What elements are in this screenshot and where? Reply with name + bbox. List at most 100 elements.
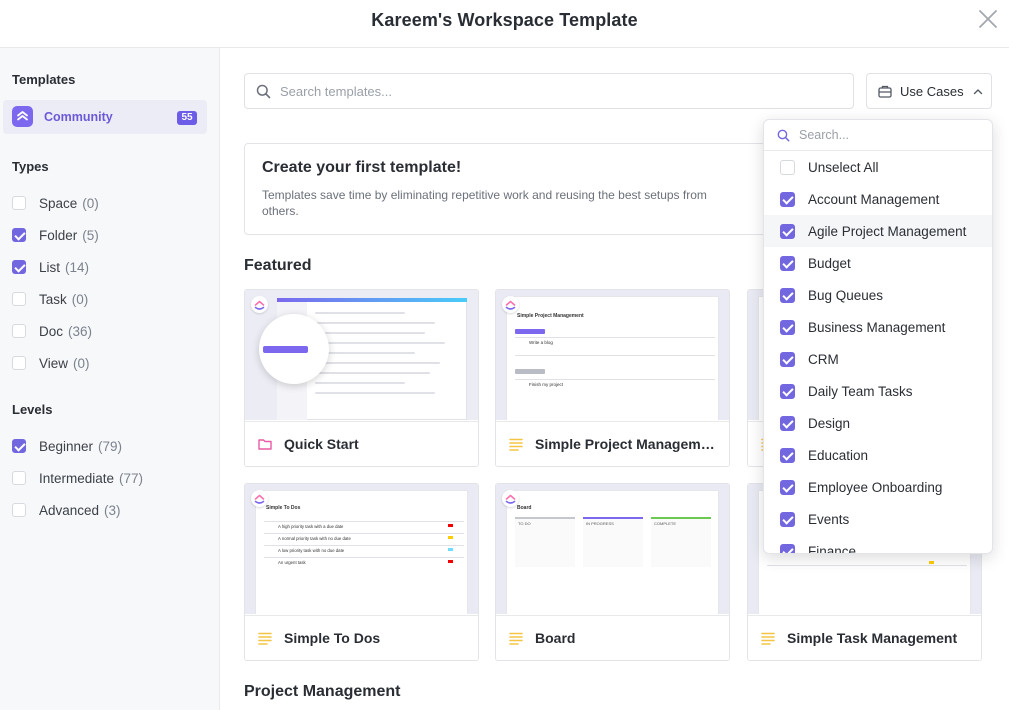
thumbnail-row: A high priority task with a due date [278, 524, 344, 529]
template-card-label: Board [496, 615, 729, 660]
list-icon [258, 632, 272, 645]
folder-icon [258, 439, 272, 450]
list-icon [509, 438, 523, 451]
use-case-label: Account Management [808, 191, 940, 207]
board-column-label: IN PROGRESS [586, 521, 614, 526]
template-card-label: Simple To Dos [245, 615, 478, 660]
template-card-simple-to-dos[interactable]: Simple To Dos A high priority task with … [244, 483, 479, 661]
template-card-name: Simple To Dos [284, 630, 381, 646]
checkbox[interactable] [780, 319, 795, 335]
filter-count: (77) [119, 470, 144, 486]
project-management-heading: Project Management [244, 683, 401, 700]
checkbox[interactable] [780, 543, 795, 553]
use-case-option-account-management[interactable]: Account Management [764, 183, 992, 215]
filter-count: (3) [104, 502, 121, 518]
use-case-option-employee-onboarding[interactable]: Employee Onboarding [764, 471, 992, 503]
filter-list[interactable]: List (14) [12, 257, 89, 277]
template-card-simple-project-management[interactable]: Simple Project Management Write a blog F… [495, 289, 730, 467]
filter-label: Space [39, 195, 78, 211]
template-card-quick-start[interactable]: Quick Start [244, 289, 479, 467]
use-case-option-events[interactable]: Events [764, 503, 992, 535]
use-case-option-budget[interactable]: Budget [764, 247, 992, 279]
checkbox[interactable] [12, 439, 26, 453]
use-case-label: Business Management [808, 319, 946, 335]
filter-label: Folder [39, 227, 78, 243]
list-icon [509, 632, 523, 645]
filter-sidebar: Templates Community 55 Types Space (0) Fol… [0, 48, 220, 710]
checkbox[interactable] [780, 511, 795, 527]
search-icon [256, 84, 271, 99]
thumbnail-row: Write a blog [529, 340, 553, 345]
use-case-option-unselect-all[interactable]: Unselect All [764, 151, 992, 183]
clickup-logo [251, 490, 268, 507]
template-card-name: Quick Start [284, 436, 359, 452]
filter-space[interactable]: Space (0) [12, 193, 99, 213]
filter-beginner[interactable]: Beginner (79) [12, 436, 122, 456]
clickup-logo [502, 490, 519, 507]
template-center-modal: Kareem's Workspace Template Templates Co… [0, 0, 1009, 710]
template-card-label: Simple Project Management [496, 421, 729, 466]
checkbox[interactable] [12, 324, 26, 338]
use-case-option-education[interactable]: Education [764, 439, 992, 471]
filter-label: List [39, 259, 61, 275]
use-cases-dropdown-button[interactable]: Use Cases [866, 73, 992, 109]
use-case-option-business-management[interactable]: Business Management [764, 311, 992, 343]
checkbox[interactable] [12, 356, 26, 370]
use-case-label: Design [808, 415, 851, 431]
checkbox[interactable] [780, 255, 795, 271]
thumbnail-title: Board [517, 505, 532, 511]
checkbox[interactable] [780, 287, 795, 303]
list-icon [761, 632, 775, 645]
create-template-title: Create your first template! [262, 159, 462, 176]
close-icon[interactable] [978, 9, 998, 29]
thumbnail-title: Simple To Dos [266, 505, 301, 511]
use-cases-search-input[interactable]: Search... [764, 120, 992, 151]
levels-heading: Levels [12, 402, 53, 417]
checkbox[interactable] [780, 223, 795, 239]
use-case-label: Events [808, 511, 850, 527]
filter-count: (0) [82, 195, 99, 211]
use-case-option-daily-team-tasks[interactable]: Daily Team Tasks [764, 375, 992, 407]
clickup-logo [251, 296, 268, 313]
template-card-board[interactable]: Board TO DO IN PROGRESS COMPLETE Board [495, 483, 730, 661]
thumbnail-row: A low priority task with no due date [278, 548, 345, 553]
use-case-label: Daily Team Tasks [808, 383, 913, 399]
use-case-option-design[interactable]: Design [764, 407, 992, 439]
template-card-name: Simple Task Management [787, 630, 958, 646]
template-thumbnail: Simple Project Management Write a blog F… [496, 290, 729, 420]
filter-folder[interactable]: Folder (5) [12, 225, 99, 245]
clickup-logo [502, 296, 519, 313]
thumbnail-row: An urgent task [278, 560, 306, 565]
filter-count: (0) [73, 355, 90, 371]
use-case-label: Budget [808, 255, 851, 271]
checkbox[interactable] [12, 228, 26, 242]
filter-advanced[interactable]: Advanced (3) [12, 500, 121, 520]
filter-view[interactable]: View (0) [12, 353, 90, 373]
filter-doc[interactable]: Doc (36) [12, 321, 92, 341]
use-case-option-crm[interactable]: CRM [764, 343, 992, 375]
use-case-label: CRM [808, 351, 839, 367]
checkbox[interactable] [12, 196, 26, 210]
checkbox[interactable] [12, 260, 26, 274]
checkbox[interactable] [780, 159, 795, 175]
checkbox[interactable] [780, 447, 795, 463]
filter-task[interactable]: Task (0) [12, 289, 88, 309]
filter-label: Intermediate [39, 470, 115, 486]
checkbox[interactable] [780, 383, 795, 399]
community-count-badge: 55 [177, 111, 197, 125]
use-case-option-finance[interactable]: Finance [764, 535, 992, 553]
checkbox[interactable] [780, 415, 795, 431]
checkbox[interactable] [780, 351, 795, 367]
checkbox[interactable] [12, 292, 26, 306]
checkbox[interactable] [12, 471, 26, 485]
thumbnail-row: Finish my project [529, 382, 564, 387]
use-case-option-bug-queues[interactable]: Bug Queues [764, 279, 992, 311]
checkbox[interactable] [12, 503, 26, 517]
filter-intermediate[interactable]: Intermediate (77) [12, 468, 143, 488]
use-cases-dropdown-menu: Search... Unselect All Account Management… [763, 119, 993, 554]
use-case-option-agile-project-management[interactable]: Agile Project Management [764, 215, 992, 247]
checkbox[interactable] [780, 479, 795, 495]
template-search-input[interactable]: Search templates... [244, 73, 854, 109]
sidebar-item-community[interactable]: Community 55 [3, 100, 207, 134]
checkbox[interactable] [780, 191, 795, 207]
